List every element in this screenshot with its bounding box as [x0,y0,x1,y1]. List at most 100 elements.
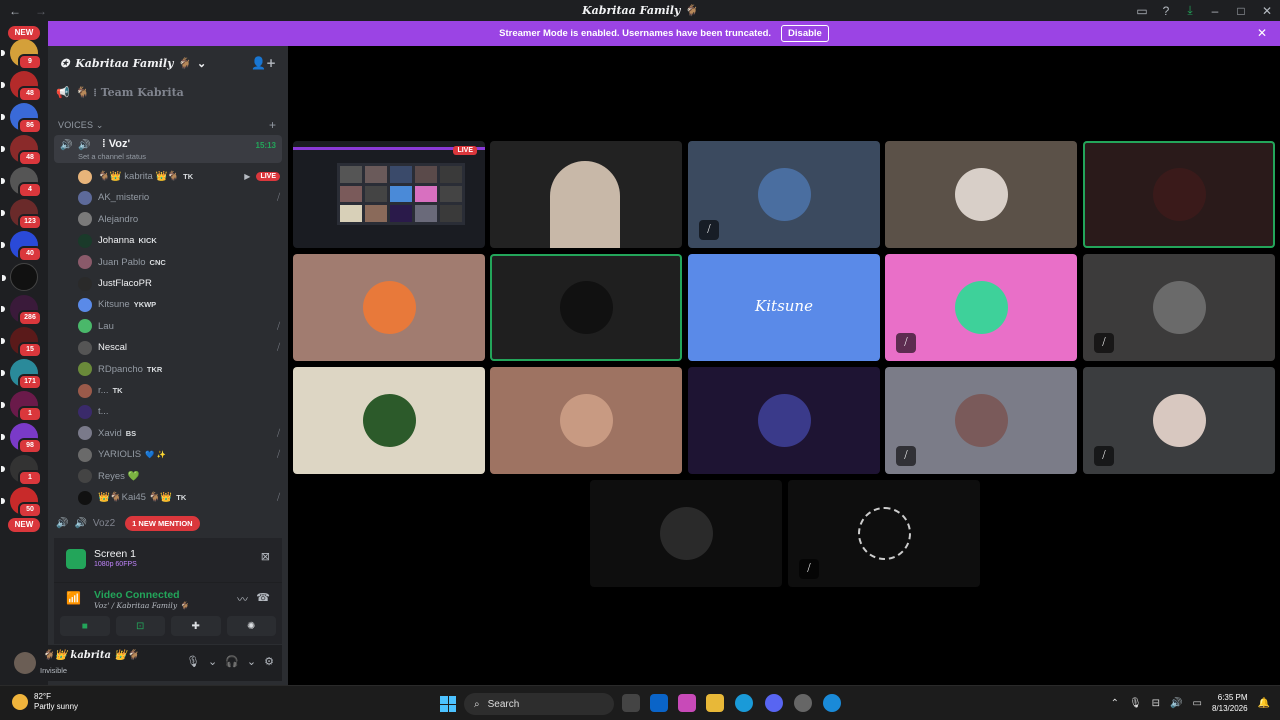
soundboard-button[interactable]: ✺ [226,616,276,636]
invite-icon[interactable]: 👤+ [251,56,276,70]
close-icon[interactable]: ✕ [1257,26,1267,40]
weather-widget[interactable]: 82°F Partly sunny [12,692,78,712]
channel-status-text[interactable]: Set a channel status [78,152,146,161]
camera-button[interactable]: ■ [60,616,110,636]
server-icon[interactable]: 1 [1,391,42,422]
voice-member[interactable]: r... TK [78,381,280,400]
edge-icon[interactable] [735,694,753,712]
voice-member[interactable]: Nescal ⧸ [78,338,280,357]
disconnect-icon[interactable]: ☎ [256,591,270,604]
stop-stream-icon[interactable]: ⊠ [261,550,270,563]
video-tile[interactable]: ⧸ [885,367,1077,474]
video-tile[interactable] [490,141,682,248]
video-tile[interactable] [490,367,682,474]
video-tile[interactable]: ⧸ [788,480,980,587]
server-icon[interactable]: 1 [1,455,42,486]
video-tile[interactable]: Kitsune [688,254,880,361]
app-icon[interactable] [794,694,812,712]
taskbar-search[interactable]: ⌕ Search [464,693,614,715]
volume-icon[interactable]: 🔊 [1170,698,1182,709]
server-icon[interactable]: 9 [1,39,42,70]
video-tile[interactable]: ⧸ [688,141,880,248]
activities-button[interactable]: ✚ [171,616,221,636]
server-icon[interactable]: 171 [1,359,42,390]
video-tile[interactable] [293,254,485,361]
notifications-icon[interactable]: 🔔 [1258,698,1270,709]
voice-member[interactable]: t... [78,402,280,421]
forward-arrow-icon[interactable]: → [35,4,47,18]
clock[interactable]: 6:35 PM 8/13/2026 [1212,692,1248,714]
channel-team-kabrita[interactable]: 📢 🐐 ⁞ Team Kabrita [56,86,280,99]
video-tile[interactable] [490,254,682,361]
copilot-icon[interactable] [678,694,696,712]
server-header[interactable]: ✪ Kabritaa Family 🐐 ⌄ 👤+ [48,46,288,80]
voice-member[interactable]: YARIOLIS 💙 ✨ ⧸ [78,445,280,464]
app-icon[interactable] [823,694,841,712]
file-explorer-icon[interactable] [706,694,724,712]
voice-member[interactable]: Alejandro [78,210,280,229]
video-tile[interactable] [885,141,1077,248]
voice-channel-voz2[interactable]: 🔊 🔊 Voz2 1 NEW MENTION [56,516,200,531]
voice-member[interactable]: Johanna KICK [78,231,280,250]
server-icon[interactable]: 123 [1,199,42,230]
task-view-icon[interactable] [622,694,640,712]
voice-member[interactable]: Xavid BS ⧸ [78,424,280,443]
signal-icon[interactable]: 📶 [66,591,81,605]
chevron-up-icon[interactable]: ⌃ [1111,698,1119,709]
voice-member[interactable]: AK_misterio ⧸ [78,188,280,207]
voice-member[interactable]: 👑🐐Kai45 🐐👑 TK ⧸ [78,488,280,507]
video-tile[interactable] [293,367,485,474]
video-tile[interactable] [1083,141,1275,248]
voice-member[interactable]: Kitsune YKWP [78,295,280,314]
voice-member[interactable]: 🐐👑 kabrita 👑🐐 TK ▶ LIVE [78,167,280,186]
server-icon[interactable]: 15 [1,327,42,358]
voice-member[interactable]: Lau ⧸ [78,317,280,336]
voice-member[interactable]: Juan Pablo CNC [78,253,280,272]
server-icon[interactable]: 86 [1,103,42,134]
windows-start-icon[interactable] [440,696,456,712]
headphones-icon[interactable]: 🎧 [225,655,239,668]
discord-taskbar-icon[interactable] [765,694,783,712]
server-icon[interactable]: 50 [1,487,42,518]
noise-suppression-icon[interactable]: 〰 [237,591,248,607]
connected-channel[interactable]: Voz' / Kabritaa Family 🐐 [94,601,189,610]
new-unreads-pill-bottom[interactable]: NEW [8,518,40,532]
outlook-icon[interactable] [650,694,668,712]
add-channel-icon[interactable]: + [269,118,276,132]
server-icon[interactable]: 48 [1,135,42,166]
microphone-icon[interactable]: 🎙 [186,655,200,668]
network-icon[interactable]: ⊟ [1152,698,1160,709]
voice-member[interactable]: Reyes 💚 [78,467,280,486]
video-tile[interactable]: ⧸ [1083,254,1275,361]
settings-gear-icon[interactable]: ⚙ [264,655,274,668]
battery-icon[interactable]: ▭ [1193,698,1202,709]
disable-streamer-mode-button[interactable]: Disable [781,25,829,42]
server-icon[interactable]: 286 [1,295,42,326]
video-tile[interactable]: ⧸ [885,254,1077,361]
video-tile[interactable]: ⧸ [1083,367,1275,474]
server-icon[interactable]: 4 [1,167,42,198]
maximize-button[interactable]: □ [1228,0,1254,21]
chevron-down-icon[interactable]: ⌄ [247,655,256,668]
voice-member[interactable]: RDpancho TKR [78,360,280,379]
microphone-icon[interactable]: 🎙 [1129,698,1142,709]
minimize-button[interactable]: – [1202,0,1228,21]
new-mention-badge[interactable]: 1 NEW MENTION [125,516,200,531]
server-icon[interactable]: 98 [1,423,42,454]
category-voices[interactable]: VOICES ⌄ [58,120,104,131]
voice-channel-voz[interactable]: 🔊 🔊 ⁞ Voz' Set a channel status 15:13 [54,135,282,163]
video-tile[interactable]: LIVE [293,141,485,248]
video-tile[interactable] [688,367,880,474]
screen-share-button[interactable]: ⊡ [115,616,165,636]
video-tile[interactable] [590,480,782,587]
voice-member[interactable]: JustFlacoPR [78,274,280,293]
inbox-icon[interactable]: ▭ [1130,0,1154,21]
close-window-button[interactable]: ✕ [1254,0,1280,21]
help-icon[interactable]: ? [1154,0,1178,21]
server-icon[interactable] [2,263,38,291]
avatar[interactable] [14,652,36,674]
download-icon[interactable]: ⤓ [1178,0,1202,21]
server-icon[interactable]: 48 [1,71,42,102]
new-unreads-pill-top[interactable]: NEW [8,26,40,40]
chevron-down-icon[interactable]: ⌄ [208,655,217,668]
